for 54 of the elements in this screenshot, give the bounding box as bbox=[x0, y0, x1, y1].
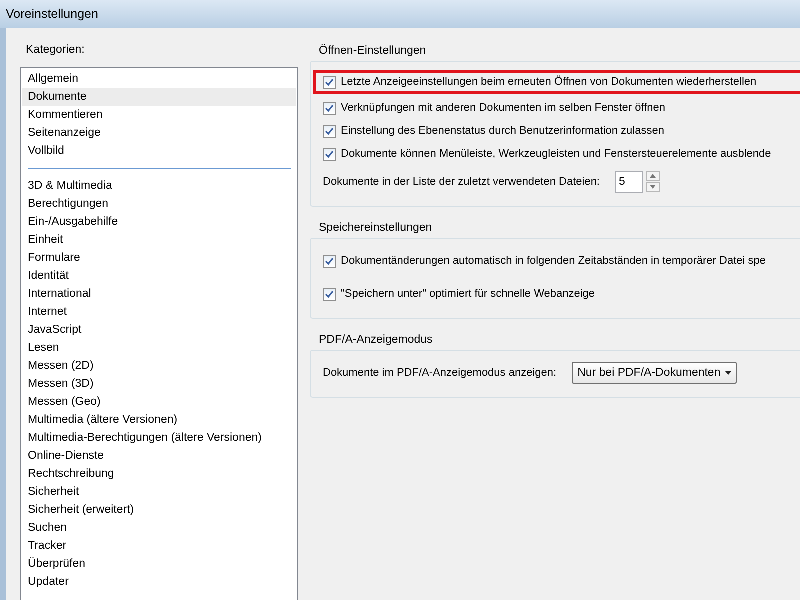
category-item[interactable]: Kommentieren bbox=[22, 106, 296, 124]
category-item[interactable]: Lesen bbox=[22, 339, 296, 357]
category-item[interactable]: JavaScript bbox=[22, 321, 296, 339]
category-item[interactable]: Vollbild bbox=[22, 142, 296, 160]
checkbox-label: "Speichern unter" optimiert für schnelle Webanzeige bbox=[341, 288, 596, 300]
category-item[interactable]: 3D & Multimedia bbox=[22, 177, 296, 195]
category-item[interactable]: Seitenanzeige bbox=[22, 124, 296, 142]
number-field[interactable]: 5 bbox=[615, 171, 643, 193]
caret-icon bbox=[724, 371, 732, 375]
checkbox[interactable] bbox=[323, 254, 336, 268]
category-item[interactable]: Sicherheit bbox=[22, 483, 296, 501]
category-item[interactable]: International bbox=[22, 285, 296, 303]
category-item[interactable]: Überprüfen bbox=[22, 555, 296, 573]
down-arrow-icon bbox=[650, 185, 656, 189]
spin-down-button[interactable] bbox=[646, 182, 660, 192]
category-item[interactable]: Einheit bbox=[22, 231, 296, 249]
category-item[interactable]: Internet bbox=[22, 303, 296, 321]
checkbox-label: Verknüpfungen mit anderen Dokumenten im selben Fenster öffnen bbox=[341, 102, 666, 114]
group-title: PDF/A-Anzeigemodus bbox=[318, 333, 434, 347]
window-title: Voreinstellungen bbox=[6, 7, 98, 21]
up-arrow-icon bbox=[650, 174, 656, 178]
dropdown[interactable]: Nur bei PDF/A-Dokumenten bbox=[572, 362, 737, 384]
checkbox-label: Einstellung des Ebenenstatus durch Benutzerinformation zulassen bbox=[341, 125, 664, 137]
group-title: Speichereinstellungen bbox=[318, 221, 434, 235]
category-item[interactable]: Messen (Geo) bbox=[22, 393, 296, 411]
category-item[interactable]: Rechtschreibung bbox=[22, 465, 296, 483]
categories-label: Kategorien: bbox=[25, 44, 86, 56]
checkbox[interactable] bbox=[323, 102, 336, 114]
group-title: Öffnen-Einstellungen bbox=[318, 44, 428, 58]
checkbox[interactable] bbox=[323, 124, 336, 138]
category-item[interactable]: Online-Dienste bbox=[22, 447, 296, 465]
field-label: Dokumente in der Liste der zuletzt verwendeten Dateien: bbox=[323, 176, 600, 188]
checkbox-label: Dokumente können Menüleiste, Werkzeugleisten und Fenstersteuerelemente ausblende bbox=[341, 148, 772, 160]
category-item[interactable]: Messen (3D) bbox=[22, 375, 296, 393]
category-item[interactable]: Formulare bbox=[22, 249, 296, 267]
category-item[interactable]: Tracker bbox=[22, 537, 296, 555]
category-item[interactable]: Dokumente bbox=[22, 88, 296, 106]
spin-up-button[interactable] bbox=[646, 171, 660, 181]
checkbox-label: Dokumentänderungen automatisch in folgenden Zeitabständen in temporärer Datei spe bbox=[341, 255, 766, 267]
checkbox-label: Letzte Anzeigeeinstellungen beim erneuten Öffnen von Dokumenten wiederherstellen bbox=[341, 76, 757, 88]
checkbox[interactable] bbox=[323, 288, 336, 300]
category-item[interactable]: Suchen bbox=[22, 519, 296, 537]
category-item[interactable]: Berechtigungen bbox=[22, 195, 296, 213]
checkbox[interactable] bbox=[323, 76, 336, 88]
category-item[interactable]: Updater bbox=[22, 573, 296, 591]
category-item[interactable]: Ein-/Ausgabehilfe bbox=[22, 213, 296, 231]
category-item[interactable]: Multimedia (ältere Versionen) bbox=[22, 411, 296, 429]
category-item[interactable]: Sicherheit (erweitert) bbox=[22, 501, 296, 519]
category-item[interactable]: Messen (2D) bbox=[22, 357, 296, 375]
field-label: Dokumente im PDF/A-Anzeigemodus anzeigen: bbox=[323, 367, 557, 379]
category-item[interactable]: Identität bbox=[22, 267, 296, 285]
category-item[interactable]: Multimedia-Berechtigungen (ältere Versionen) bbox=[22, 429, 296, 447]
category-item[interactable]: Allgemein bbox=[22, 70, 296, 88]
checkbox[interactable] bbox=[323, 148, 336, 160]
